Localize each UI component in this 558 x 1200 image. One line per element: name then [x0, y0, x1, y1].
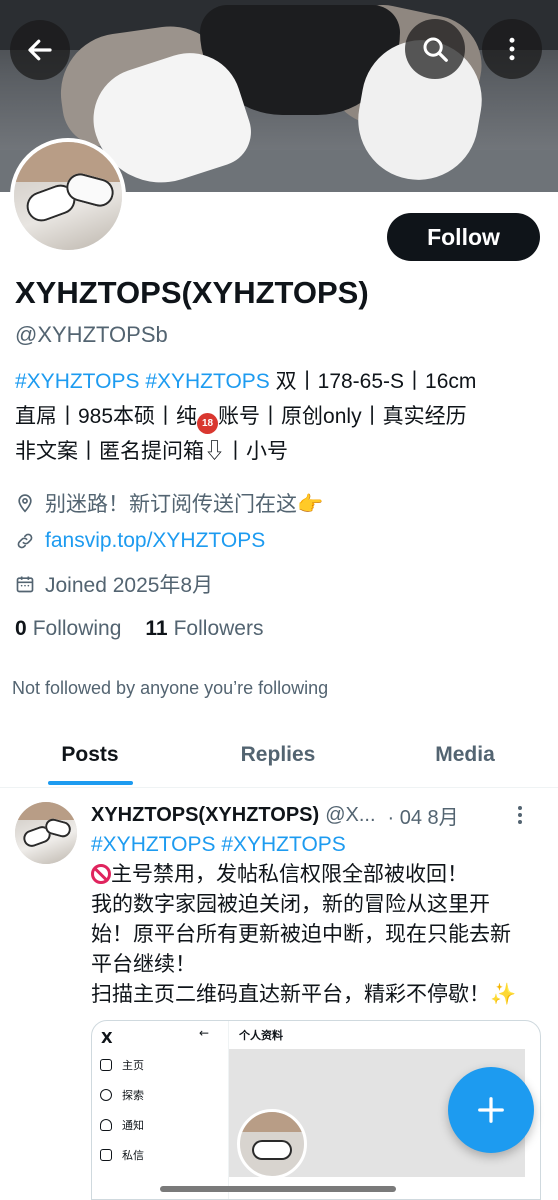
- following-label: Following: [32, 617, 122, 640]
- back-button[interactable]: [10, 20, 70, 80]
- post-more-icon[interactable]: [518, 806, 522, 824]
- post-author-name[interactable]: XYHZTOPS(XYHZTOPS): [91, 804, 319, 827]
- embed-sidebar: X 主页 探索 通知 私信: [92, 1021, 222, 1199]
- following-link[interactable]: 0 Following: [15, 617, 121, 641]
- display-name: XYHZTOPS(XYHZTOPS): [15, 275, 369, 310]
- joined-text: Joined 2025年8月: [45, 574, 214, 597]
- profile-joined: Joined 2025年8月: [15, 569, 213, 599]
- not-followed-notice: Not followed by anyone you’re following: [12, 678, 329, 698]
- more-button[interactable]: [482, 19, 542, 79]
- follow-button[interactable]: Follow: [387, 213, 540, 261]
- profile-link-row: fansvip.top/XYHZTOPS: [15, 529, 265, 553]
- bio-line: #XYHZTOPS #XYHZTOPS 双丨178-65-S丨16cm: [15, 364, 545, 399]
- post-hashtags[interactable]: #XYHZTOPS #XYHZTOPS: [91, 830, 541, 860]
- followers-label: Followers: [173, 617, 264, 640]
- more-vertical-icon: [509, 37, 515, 61]
- profile-avatar[interactable]: [10, 138, 126, 254]
- bio-line: 直屌丨985本硕丨纯 18 账号丨原创only丨真实经历: [15, 399, 545, 434]
- profile-tabs: Posts Replies Media: [0, 722, 558, 788]
- prohibited-icon: [91, 864, 111, 884]
- embed-side-item: 探索: [100, 1087, 144, 1103]
- post-line: 始！原平台所有更新被迫中断，现在只能去新: [91, 923, 511, 946]
- profile-link[interactable]: fansvip.top/XYHZTOPS: [45, 529, 265, 553]
- location-pin-icon: [18, 494, 32, 513]
- search-icon: [423, 37, 448, 62]
- embed-title: 个人资料: [239, 1029, 283, 1042]
- post-avatar[interactable]: [15, 802, 77, 864]
- active-tab-indicator: [48, 781, 133, 785]
- bio-text: 直屌丨985本硕丨纯: [15, 405, 198, 428]
- calendar-icon: [16, 576, 34, 593]
- following-count: 0: [15, 617, 27, 640]
- follow-counts: 0 Following 11 Followers: [15, 617, 287, 641]
- embed-side-item: 主页: [100, 1057, 144, 1073]
- embed-back-icon: ←: [199, 1026, 210, 1040]
- search-button[interactable]: [405, 19, 465, 79]
- age-restricted-icon: 18: [197, 413, 219, 434]
- post-line: 平台继续！: [91, 953, 196, 976]
- tab-media[interactable]: Media: [395, 722, 535, 788]
- post-author-handle[interactable]: @X...: [325, 804, 375, 827]
- bio-text: 账号丨原创only丨真实经历: [218, 405, 467, 428]
- x-logo-icon: X: [101, 1029, 113, 1047]
- post-line-text: 主号禁用，发帖私信权限全部被收回！: [111, 863, 468, 886]
- profile-bio: #XYHZTOPS #XYHZTOPS 双丨178-65-S丨16cm 直屌丨9…: [15, 364, 545, 469]
- location-text: 别迷路！新订阅传送门在这👉: [45, 493, 324, 516]
- post-line: 主号禁用，发帖私信权限全部被收回！: [91, 860, 541, 890]
- bio-text: 双丨178-65-S丨16cm: [269, 370, 477, 393]
- embed-avatar: [237, 1109, 307, 1179]
- post-text: #XYHZTOPS #XYHZTOPS 主号禁用，发帖私信权限全部被收回！ 我的…: [91, 830, 541, 1010]
- bio-line: 非文案丨匿名提问箱⇩丨小号: [15, 440, 288, 463]
- link-icon: [17, 533, 33, 549]
- followers-link[interactable]: 11 Followers: [145, 617, 263, 641]
- post-line: 扫描主页二维码直达新平台，精彩不停歇！✨: [91, 983, 517, 1006]
- post-line: 我的数字家园被迫关闭，新的冒险从这里开: [91, 893, 490, 916]
- embed-side-item: 通知: [100, 1117, 144, 1133]
- home-indicator: [160, 1186, 396, 1192]
- post-header: XYHZTOPS(XYHZTOPS) @X... · 04 8月: [91, 800, 541, 830]
- user-handle: @XYHZTOPSb: [15, 322, 168, 347]
- tab-posts[interactable]: Posts: [20, 722, 160, 788]
- arrow-left-icon: [28, 39, 52, 61]
- bio-hashtags[interactable]: #XYHZTOPS #XYHZTOPS: [15, 370, 270, 393]
- profile-location: 别迷路！新订阅传送门在这👉: [15, 488, 323, 518]
- plus-icon: [478, 1097, 504, 1123]
- tab-replies[interactable]: Replies: [208, 722, 348, 788]
- embed-side-item: 私信: [100, 1147, 144, 1163]
- followers-count: 11: [145, 617, 168, 640]
- post-date[interactable]: · 04 8月: [388, 801, 459, 830]
- compose-button[interactable]: [448, 1067, 534, 1153]
- avatar-shape: [15, 802, 77, 820]
